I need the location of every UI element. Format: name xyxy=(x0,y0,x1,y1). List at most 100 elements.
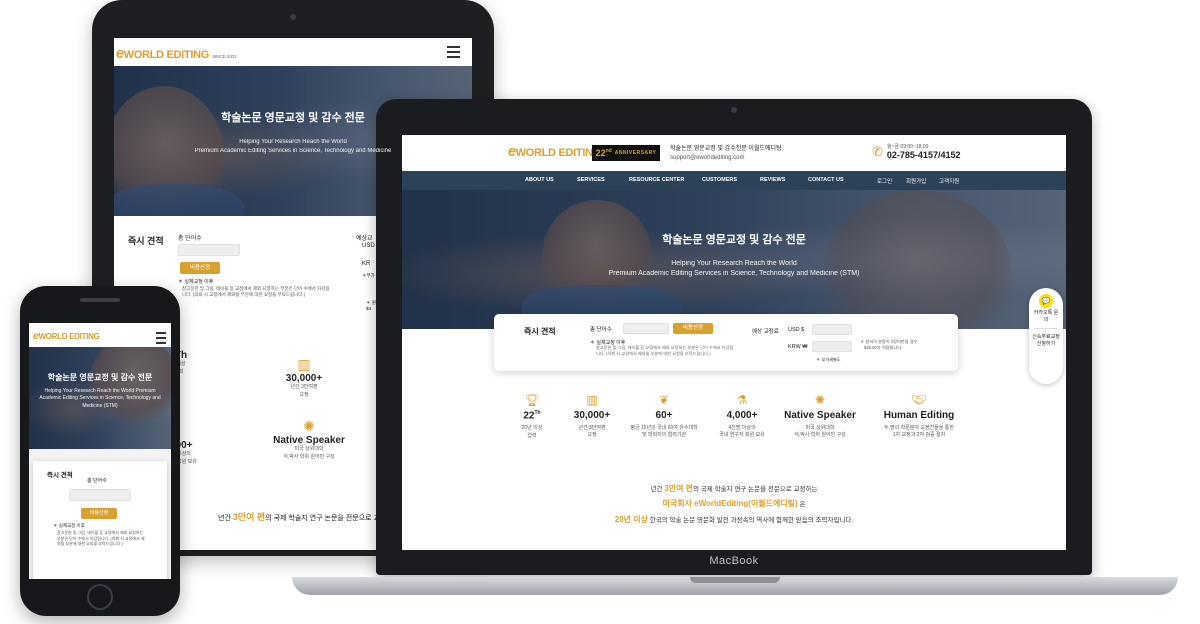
instant-quote-card: 즉시 견적 총 단어수 비용산정 ＊ 실제교정 이후 참고문헌 및 그림, 테이… xyxy=(494,314,958,371)
phone-screen: e WORLD EDITING 학술논문 영문교정 및 감수 전문 Helpin… xyxy=(29,323,171,579)
logo-text: WORLD EDITING xyxy=(38,332,100,341)
phone-home-button[interactable] xyxy=(87,584,113,610)
intro-text: 년간 3만여 편의 국제 학술지 연구 논문을 전문으로 교정하는 미국회사 e… xyxy=(614,484,854,524)
usd-label: USD $ xyxy=(788,327,805,333)
krw-output xyxy=(812,341,852,352)
tablet-vat-note: ＊부가 xyxy=(362,273,375,278)
stat-papers: ▥ 30,000+ 년간 3만여편 교정 xyxy=(552,393,632,440)
word-count-input[interactable] xyxy=(623,323,669,334)
phone-hero: 학술논문 영문교정 및 감수 전문 Helping Your Research … xyxy=(29,347,171,449)
handshake-icon: 🤝︎ xyxy=(911,393,927,407)
tablet-intro: 년간 3만여 편의 국제 학술지 연구 논문을 전문으로 교정 xyxy=(218,512,387,522)
phone-quote-card: 즉시 견적 총 단어수 비용산정 ＊ 실제교정 이후 참고문헌 및 그림, 테이… xyxy=(33,461,167,579)
nav-resource-center[interactable]: RESOURCE CENTER xyxy=(629,177,684,183)
stat-partners: ❦ 60+ 평균 15년의 국내 60여 유수대학 및 학회지의 협력기관 xyxy=(624,393,704,440)
phone-speaker xyxy=(80,298,120,302)
tablet-logo[interactable]: e WORLD EDITING SINCE 2001 xyxy=(116,46,237,62)
price-label: 예상 교정료 xyxy=(752,329,779,335)
word-count-label: 총 단어수 xyxy=(590,327,612,333)
logo-e: e xyxy=(116,46,124,62)
vat-note: ＊ 부가세별도 xyxy=(816,357,841,362)
tablet-hero-title: 학술논문 영문교정 및 감수 전문 xyxy=(221,112,365,124)
logo-text: WORLD EDITING xyxy=(123,49,210,61)
kakao-icon[interactable]: 💬 xyxy=(1039,294,1053,308)
min-fee-amount: $45.00가 적용됩니다. xyxy=(864,345,903,350)
site-tagline: 학술논문 영문교정 및 감수전문 이월드에디팅 support@eworlded… xyxy=(670,145,782,162)
phone-notice-title: ＊ 실제교정 이후 xyxy=(53,523,85,528)
phone-number[interactable]: 02-785-4157/4152 xyxy=(887,150,961,160)
tablet-word-count-input[interactable] xyxy=(178,244,240,256)
laptop-device: e WORLD EDITING SINCE 2001 22nd ANNIVERS… xyxy=(376,99,1092,575)
laptop-screen: e WORLD EDITING SINCE 2001 22nd ANNIVERS… xyxy=(402,135,1066,550)
nav-contact-us[interactable]: CONTACT US xyxy=(808,177,844,183)
quote-title: 즉시 견적 xyxy=(524,327,556,336)
anniversary-suffix: nd xyxy=(605,148,612,154)
laptop-brand-label: MacBook xyxy=(709,555,759,567)
stat-native: ✺ Native Speaker 미국 상위대학 석,박사 학위 원어민 구성 xyxy=(780,393,860,440)
krw-label: KRW ₩ xyxy=(788,344,808,350)
tablet-estimate-button[interactable]: 비용산정 xyxy=(180,262,220,274)
bar-chart-icon: ▥ xyxy=(586,393,598,407)
phone-notice-body: 참고문헌 및 그림, 테이블 등 교정에서 제외 요청하는 부분은 단어 수에서… xyxy=(57,530,145,547)
phone-menu-icon[interactable] xyxy=(156,332,166,344)
hero-line-1: Helping Your Research Reach the World xyxy=(671,260,797,267)
free-edit-label[interactable]: 신속무료교정 신청하기 xyxy=(1031,334,1061,347)
tablet-hero-line1: Helping Your Research Reach the World xyxy=(239,139,347,145)
hero-title: 학술논문 영문교정 및 감수 전문 xyxy=(662,234,806,246)
logo-since: SINCE 2001 xyxy=(211,55,237,60)
hero-banner: 학술논문 영문교정 및 감수 전문 Helping Your Research … xyxy=(402,190,1066,329)
logo-text: WORLD EDITING xyxy=(515,147,602,159)
bar-chart-icon: ▥ xyxy=(297,356,311,372)
nav-support[interactable]: 고객지원 xyxy=(939,177,959,185)
tagline-text: 학술논문 영문교정 및 감수전문 이월드에디팅 xyxy=(670,146,782,152)
tablet-header: e WORLD EDITING SINCE 2001 xyxy=(114,38,472,66)
tablet-stat-5: ✺ Native Speaker 미국 상위대학 석,박사 학위 원어민 구성 xyxy=(254,418,364,461)
main-nav: ABOUT US SERVICES RESOURCE CENTER CUSTOM… xyxy=(402,171,1066,190)
tablet-krw-label: KR xyxy=(362,261,371,267)
laurel-icon: ❦ xyxy=(658,393,670,407)
contact-phone: ✆ 월~금 09:00~18:00 02-785-4157/4152 xyxy=(872,143,961,161)
tablet-stat-2: ▥ 30,000+ 년간 3만여편 교정 xyxy=(264,356,344,399)
phone-word-count-input[interactable] xyxy=(69,489,131,501)
tablet-word-count-label: 총 단어수 xyxy=(178,236,202,242)
anniversary-word: ANNIVERSARY xyxy=(614,150,657,156)
tablet-side-note-2: $4 xyxy=(366,306,372,311)
notice-body: 참고문헌 및 그림, 테이블 등 교정에서 제외 요청하는 부분은 단어 수에서… xyxy=(596,345,734,357)
laptop-camera xyxy=(731,107,737,113)
kakao-label[interactable]: 카카오톡 문의 xyxy=(1032,310,1060,323)
stat-human: 🤝︎ Human Editing 두 명의 학문분야 교정진들을 통한 1차 교정… xyxy=(874,393,964,440)
tablet-camera xyxy=(290,14,296,20)
flask-icon: ⚗ xyxy=(736,393,748,407)
phone-hero-sub: Helping Your Research Reach the World Pr… xyxy=(39,388,161,409)
logo-e: e xyxy=(508,144,516,160)
tablet-notice-body: 참고문헌 및 그림, 테이블 등 교정에서 제외 요청하는 부분은 단어 수에서… xyxy=(182,286,330,298)
anniversary-number: 22 xyxy=(595,148,606,158)
globe-icon: ✺ xyxy=(303,418,315,434)
support-email[interactable]: support@eworldediting.com xyxy=(670,154,782,163)
phone-word-count-label: 총 단어수 xyxy=(87,478,107,484)
hero-line-2: Premium Academic Editing Services in Sci… xyxy=(608,270,860,277)
anniversary-badge: 22nd ANNIVERSARY xyxy=(592,145,660,161)
nav-login[interactable]: 로그인 xyxy=(877,177,892,185)
tablet-price-label: 예상교 xyxy=(356,236,373,242)
phone-hero-title: 학술논문 영문교정 및 감수 전문 xyxy=(47,373,153,382)
nav-about-us[interactable]: ABOUT US xyxy=(525,177,554,183)
site-topbar: e WORLD EDITING SINCE 2001 22nd ANNIVERS… xyxy=(402,135,1066,171)
tablet-menu-icon[interactable] xyxy=(447,46,460,58)
nav-signup[interactable]: 회원가입 xyxy=(906,177,926,185)
nav-reviews[interactable]: REVIEWS xyxy=(760,177,785,183)
tablet-hero-line2: Premium Academic Editing Services in Sci… xyxy=(194,148,392,154)
phone-estimate-button[interactable]: 비용산정 xyxy=(81,508,117,519)
phone-quote-title: 즉시 견적 xyxy=(47,472,73,479)
laptop-base xyxy=(292,577,1178,595)
business-hours: 월~금 09:00~18:00 xyxy=(886,144,929,150)
estimate-button[interactable]: 비용산정 xyxy=(673,323,713,334)
tablet-usd-label: USD xyxy=(362,243,375,249)
nav-services[interactable]: SERVICES xyxy=(577,177,605,183)
tablet-notice-title: ＊ 실제교정 이후 xyxy=(178,279,214,285)
phone-icon: ✆ xyxy=(872,143,883,159)
phone-logo[interactable]: e WORLD EDITING xyxy=(33,331,100,342)
nav-customers[interactable]: CUSTOMERS xyxy=(702,177,737,183)
tablet-quote-title: 즉시 견적 xyxy=(128,236,164,246)
phone-device: e WORLD EDITING 학술논문 영문교정 및 감수 전문 Helpin… xyxy=(20,286,180,616)
